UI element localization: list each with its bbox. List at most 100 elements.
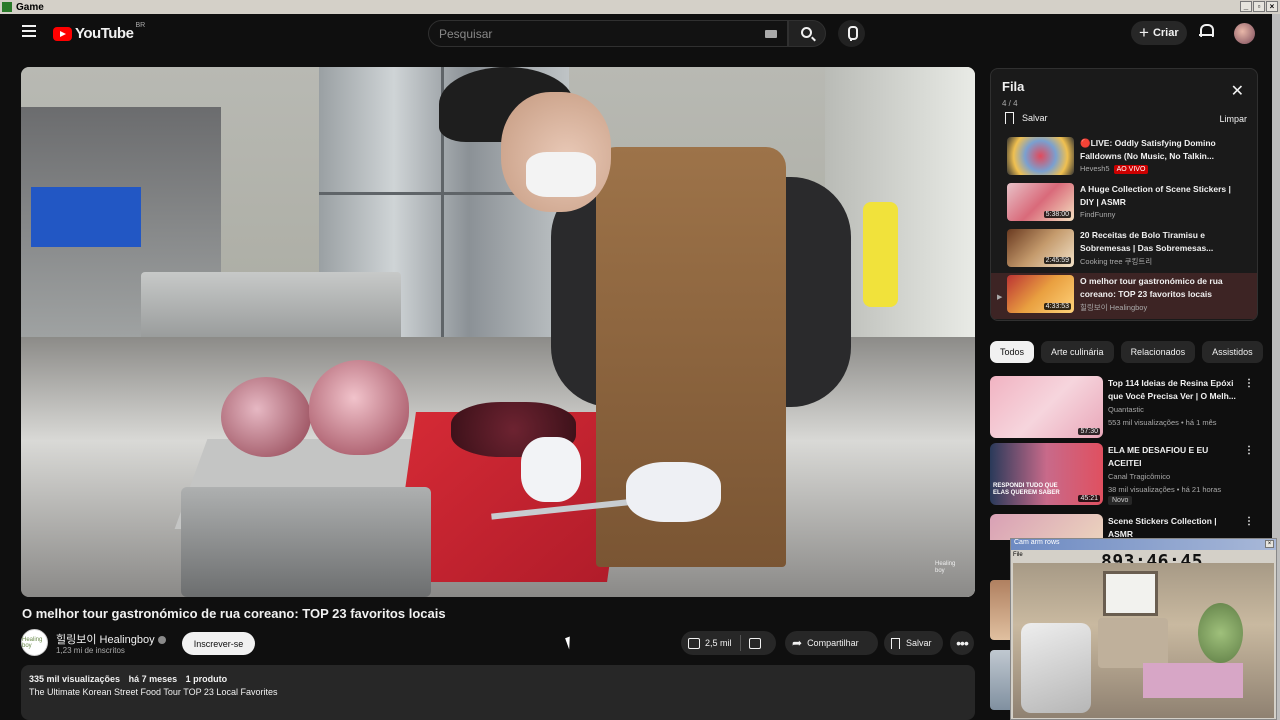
recommendation-item[interactable]: 57:30 Top 114 Ideias de Resina Epóxi que… [990,376,1258,438]
youtube-play-icon [53,26,72,41]
like-icon[interactable] [688,637,700,649]
top-bar: YouTube BR + Criar [0,14,1272,52]
queue-item[interactable]: 5:38:00 A Huge Collection of Scene Stick… [991,181,1257,227]
view-count: 335 mil visualizações [29,674,121,684]
more-vert-icon[interactable]: ⋮ [1244,378,1254,389]
share-button[interactable]: ➦ Compartilhar [785,631,878,655]
thumbnail-caption: RESPONDI TUDO QUE ELAS QUEREM SABER [993,483,1060,496]
queue-item-title: 🔴LIVE: Oddly Satisfying Domino Falldowns… [1080,138,1216,161]
logo-text: YouTube [75,25,134,42]
duration-badge: 5:38:00 [1043,211,1071,218]
recommendation-thumbnail: 57:30 [990,376,1103,438]
window-titlebar: Game _ ▫ × [0,0,1280,14]
queue-item-current[interactable]: ▶ 4:33:53 O melhor tour gastronómico de … [991,273,1257,319]
recommendation-item[interactable]: RESPONDI TUDO QUE ELAS QUEREM SABER 45:2… [990,443,1258,505]
queue-panel: Fila 4 / 4 ✕ Salvar Limpar 🔴LIVE: Oddly … [990,68,1258,321]
avatar[interactable] [1234,23,1255,44]
create-label: Criar [1152,27,1179,39]
minimize-button[interactable]: _ [1240,1,1252,12]
more-vert-icon[interactable]: ⋮ [1244,516,1254,527]
chip-watched[interactable]: Assistidos [1202,341,1263,363]
mic-icon[interactable] [838,20,865,47]
share-icon: ➦ [792,636,803,650]
recommendation-thumbnail: RESPONDI TUDO QUE ELAS QUEREM SABER 45:2… [990,443,1103,505]
close-window-button[interactable]: × [1266,1,1278,12]
chip-culinary-art[interactable]: Arte culinária [1041,341,1114,363]
subscribe-button[interactable]: Inscrever-se [182,632,255,655]
recommendation-thumbnail [990,514,1103,540]
menu-icon[interactable] [22,25,36,37]
recommendation-stats: 38 mil visualizações • há 21 horas [1108,485,1222,494]
search-icon [801,27,812,38]
duration-badge: 2:45:59 [1043,257,1071,264]
youtube-logo[interactable]: YouTube BR [53,22,146,42]
queue-save-button[interactable]: Salvar [1005,112,1048,124]
queue-item-channel: 힐링보이 Healingboy [1080,303,1148,312]
keyboard-icon[interactable] [765,30,777,38]
plus-icon: + [1139,23,1149,42]
queue-item-title: O melhor tour gastronómico de rua corean… [1080,276,1223,299]
duration-badge: 57:30 [1078,428,1100,435]
product-count: 1 produto [185,674,228,684]
channel-avatar-text: Healing boy [22,636,43,649]
overlay-titlebar: Cam arm rows [1011,539,1276,550]
recommendation-item[interactable]: Scene Stickers Collection | ASMR ⋮ [990,514,1258,540]
duration-badge: 4:33:53 [1043,303,1071,310]
more-vert-icon[interactable]: ⋮ [1244,445,1254,456]
description-box[interactable]: 335 mil visualizações há 7 meses 1 produ… [21,665,975,720]
save-label: Salvar [906,638,932,648]
close-icon[interactable]: ✕ [1231,81,1244,101]
share-label: Compartilhar [807,638,859,648]
chip-related[interactable]: Relacionados [1120,341,1196,363]
save-button[interactable]: Salvar [884,631,943,655]
queue-item-channel: Cooking tree 쿠킹트리 [1080,257,1153,266]
dislike-icon[interactable] [748,637,761,649]
recommendation-thumbnail-partial [990,650,1010,710]
queue-thumbnail: 5:38:00 [1007,183,1074,221]
filter-chips: Todos Arte culinária Relacionados Assist… [990,341,1263,363]
upload-age: há 7 meses [128,674,178,684]
window-controls: _ ▫ × [1240,1,1278,12]
recommendation-title: ELA ME DESAFIOU E EU ACEITEI [1108,445,1209,468]
channel-name-label: 힐링보이 Healingboy [56,634,155,646]
recommendation-title: Scene Stickers Collection | ASMR [1108,516,1217,539]
queue-thumbnail: 2:45:59 [1007,229,1074,267]
video-meta: 335 mil visualizações há 7 meses 1 produ… [29,674,967,684]
chip-all[interactable]: Todos [990,341,1035,363]
bell-icon[interactable] [1199,24,1214,39]
channel-name[interactable]: 힐링보이 Healingboy [56,631,166,647]
webcam-feed [1013,563,1274,718]
webcam-overlay-window: Cam arm rows × File 893:46:45 [1010,538,1277,720]
queue-title: Fila [1002,79,1025,94]
window-title: Game [16,1,44,13]
queue-clear-button[interactable]: Limpar [1219,114,1247,124]
video-player[interactable]: Healing boy [21,67,975,597]
channel-avatar[interactable]: Healing boy [21,629,48,656]
recommendation-channel: Quantastic [1108,405,1144,414]
like-count[interactable]: 2,5 mil [705,638,732,648]
bookmark-icon [891,637,900,649]
logo-country: BR [135,22,146,29]
create-button[interactable]: + Criar [1131,21,1187,45]
queue-thumbnail: 4:33:53 [1007,275,1074,313]
now-playing-icon: ▶ [997,294,1003,301]
overlay-close-button[interactable]: × [1265,540,1274,548]
video-watermark: Healing boy [935,561,956,574]
bookmark-icon [1005,112,1014,124]
overlay-menu[interactable]: File [1013,552,1023,558]
search-button[interactable] [788,20,826,47]
queue-item-channel: Hevesh5 AO VIVO [1080,164,1149,174]
queue-item-title: A Huge Collection of Scene Stickers | DI… [1080,184,1231,207]
queue-item-title: 20 Receitas de Bolo Tiramisu e Sobremesa… [1080,230,1214,253]
like-dislike-group: 2,5 mil [681,631,776,655]
search-input[interactable] [429,21,749,46]
maximize-button[interactable]: ▫ [1253,1,1265,12]
recommendation-title: Top 114 Ideias de Resina Epóxi que Você … [1108,378,1236,401]
queue-item-channel: FindFunny [1080,210,1116,219]
queue-item[interactable]: 2:45:59 20 Receitas de Bolo Tiramisu e S… [991,227,1257,273]
more-actions-button[interactable]: ••• [950,631,974,655]
game-icon [2,2,12,12]
verified-icon [157,636,166,645]
queue-item[interactable]: 🔴LIVE: Oddly Satisfying Domino Falldowns… [991,135,1257,181]
recommendation-thumbnail-partial [990,580,1010,640]
